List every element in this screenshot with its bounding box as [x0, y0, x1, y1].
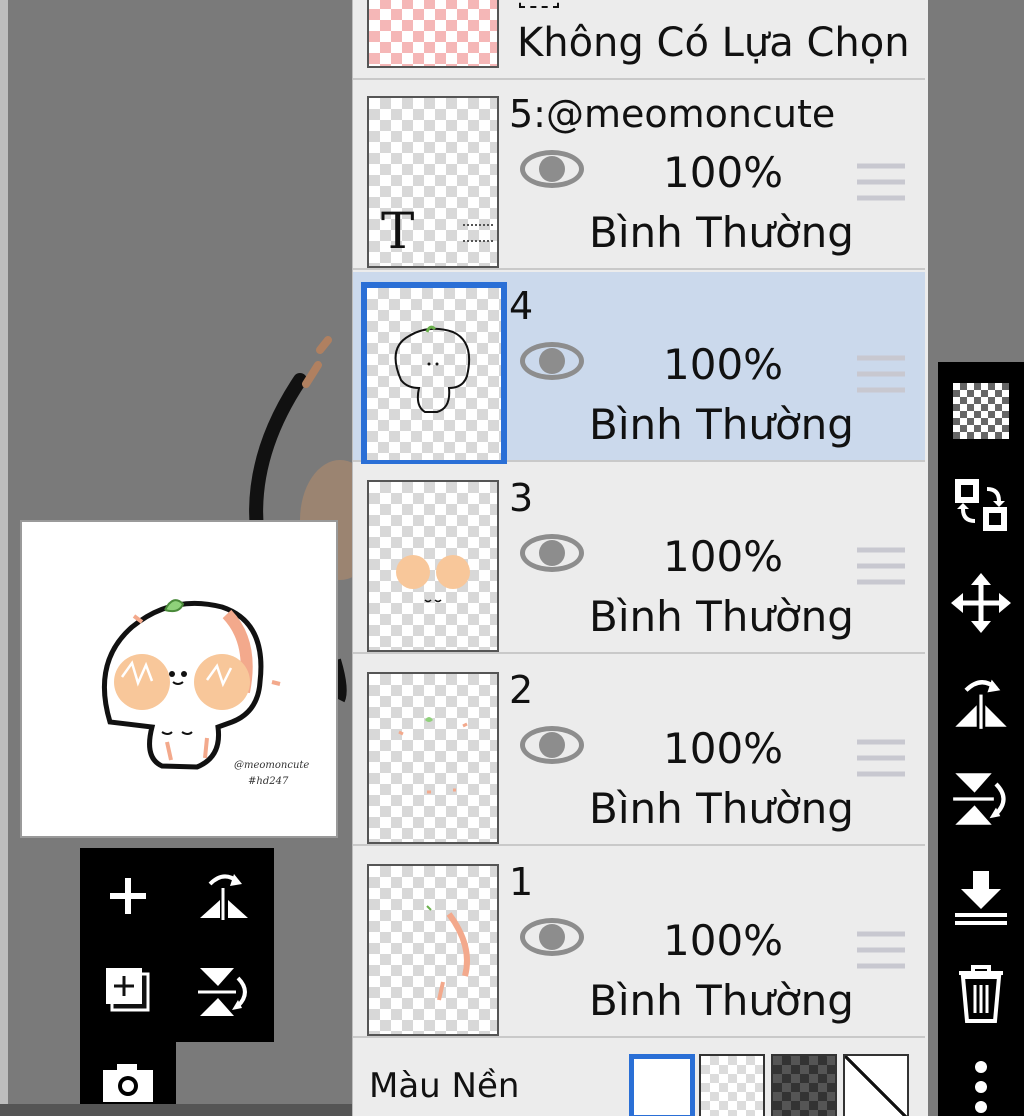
preview-watermark-line2: #hd247 [248, 776, 289, 787]
add-layer-icon [110, 878, 146, 914]
bg-swatch-white[interactable] [629, 1054, 695, 1116]
layer-name: 5:@meomoncute [509, 92, 836, 136]
move-button[interactable] [946, 568, 1016, 638]
layer-opacity[interactable]: 100% [663, 148, 783, 197]
checker-icon [953, 383, 1009, 439]
layer-opacity[interactable]: 100% [663, 724, 783, 773]
layer-name: 4 [509, 284, 534, 328]
selection-thumbnail [367, 0, 499, 68]
layer-opacity[interactable]: 100% [663, 532, 783, 581]
right-strip [928, 0, 1024, 362]
background-color-row: Màu Nền [353, 1040, 925, 1116]
layer-blend-mode[interactable]: Bình Thường [589, 976, 854, 1025]
flip-vertical-icon [198, 968, 247, 1016]
flip-horizontal-icon [200, 874, 248, 920]
layer-row-1[interactable]: 1 100% Bình Thường [353, 848, 925, 1038]
layer-opacity[interactable]: 100% [663, 916, 783, 965]
drag-handle-icon[interactable] [857, 160, 905, 204]
flip-horizontal-button[interactable] [176, 848, 272, 944]
layer-thumbnail [367, 480, 499, 652]
drag-handle-icon[interactable] [857, 352, 905, 396]
layers-panel: Không Có Lựa Chọn T 5:@meomoncute 100% B… [352, 0, 928, 1116]
no-selection-label: Không Có Lựa Chọn [517, 20, 910, 66]
layer-thumbnail-art [394, 325, 471, 413]
layer-row-3[interactable]: 3 100% Bình Thường [353, 464, 925, 654]
layer-name: 1 [509, 860, 534, 904]
swap-button[interactable] [946, 470, 1016, 540]
flip-vertical-button[interactable] [946, 764, 1016, 834]
move-icon [951, 573, 1011, 633]
text-layer-glyph: T [381, 202, 415, 260]
bg-swatch-dark-checker[interactable] [771, 1054, 837, 1116]
add-copy-icon [106, 968, 150, 1012]
layer-name: 3 [509, 476, 534, 520]
right-toolbar [938, 362, 1024, 1116]
bottom-edge [0, 1104, 352, 1116]
layer-thumbnail: T [367, 96, 499, 268]
preview-watermark-line1: @meomoncute [234, 760, 309, 771]
camera-icon [103, 1064, 153, 1102]
more-icon [975, 1061, 987, 1113]
layer-blend-mode[interactable]: Bình Thường [589, 592, 854, 641]
drag-handle-icon[interactable] [857, 928, 905, 972]
flip-vertical-button[interactable] [176, 944, 272, 1040]
visibility-eye-icon[interactable] [517, 530, 587, 576]
text-preview-marks [463, 224, 493, 242]
delete-layer-button[interactable] [946, 958, 1016, 1028]
layer-name: 2 [509, 668, 534, 712]
layer-thumbnail [367, 864, 499, 1036]
flip-vertical-icon [953, 773, 1006, 825]
selection-marquee-icon [519, 0, 559, 8]
swap-icon [955, 479, 1007, 531]
bg-swatch-none[interactable] [843, 1054, 909, 1116]
drag-handle-icon[interactable] [857, 544, 905, 588]
mini-toolbar-grid [80, 848, 274, 1042]
duplicate-layer-button[interactable] [80, 944, 176, 1040]
more-button[interactable] [946, 1052, 1016, 1116]
layer-thumbnail [361, 282, 507, 466]
mushroom-drawing: @meomoncute #hd247 [101, 599, 309, 787]
trash-icon [959, 965, 1003, 1023]
flip-horizontal-button[interactable] [946, 666, 1016, 736]
add-layer-button[interactable] [80, 848, 176, 944]
layer-blend-mode[interactable]: Bình Thường [589, 208, 854, 257]
selection-layer-row[interactable]: Không Có Lựa Chọn [353, 0, 925, 80]
layer-blend-mode[interactable]: Bình Thường [589, 784, 854, 833]
layer-row-4[interactable]: 4 100% Bình Thường [353, 272, 925, 466]
visibility-eye-icon[interactable] [517, 338, 587, 384]
background-color-label: Màu Nền [369, 1066, 520, 1106]
layer-row-5[interactable]: T 5:@meomoncute 100% Bình Thường [353, 80, 925, 270]
layer-thumbnail-art [396, 555, 470, 603]
layer-blend-mode[interactable]: Bình Thường [589, 400, 854, 449]
merge-down-icon [955, 871, 1007, 925]
visibility-eye-icon[interactable] [517, 914, 587, 960]
layer-opacity[interactable]: 100% [663, 340, 783, 389]
layer-thumbnail-art [398, 717, 468, 794]
visibility-eye-icon[interactable] [517, 146, 587, 192]
layer-row-2[interactable]: 2 100% Bình Thường [353, 656, 925, 846]
bg-swatch-light-checker[interactable] [699, 1054, 765, 1116]
canvas-preview: @meomoncute #hd247 [20, 520, 338, 838]
layer-thumbnail [367, 672, 499, 844]
drag-handle-icon[interactable] [857, 736, 905, 780]
flip-horizontal-icon [955, 679, 1007, 729]
layer-thumbnail-art [426, 905, 470, 1001]
visibility-eye-icon[interactable] [517, 722, 587, 768]
transparent-fill-button[interactable] [946, 376, 1016, 446]
merge-down-button[interactable] [946, 862, 1016, 932]
